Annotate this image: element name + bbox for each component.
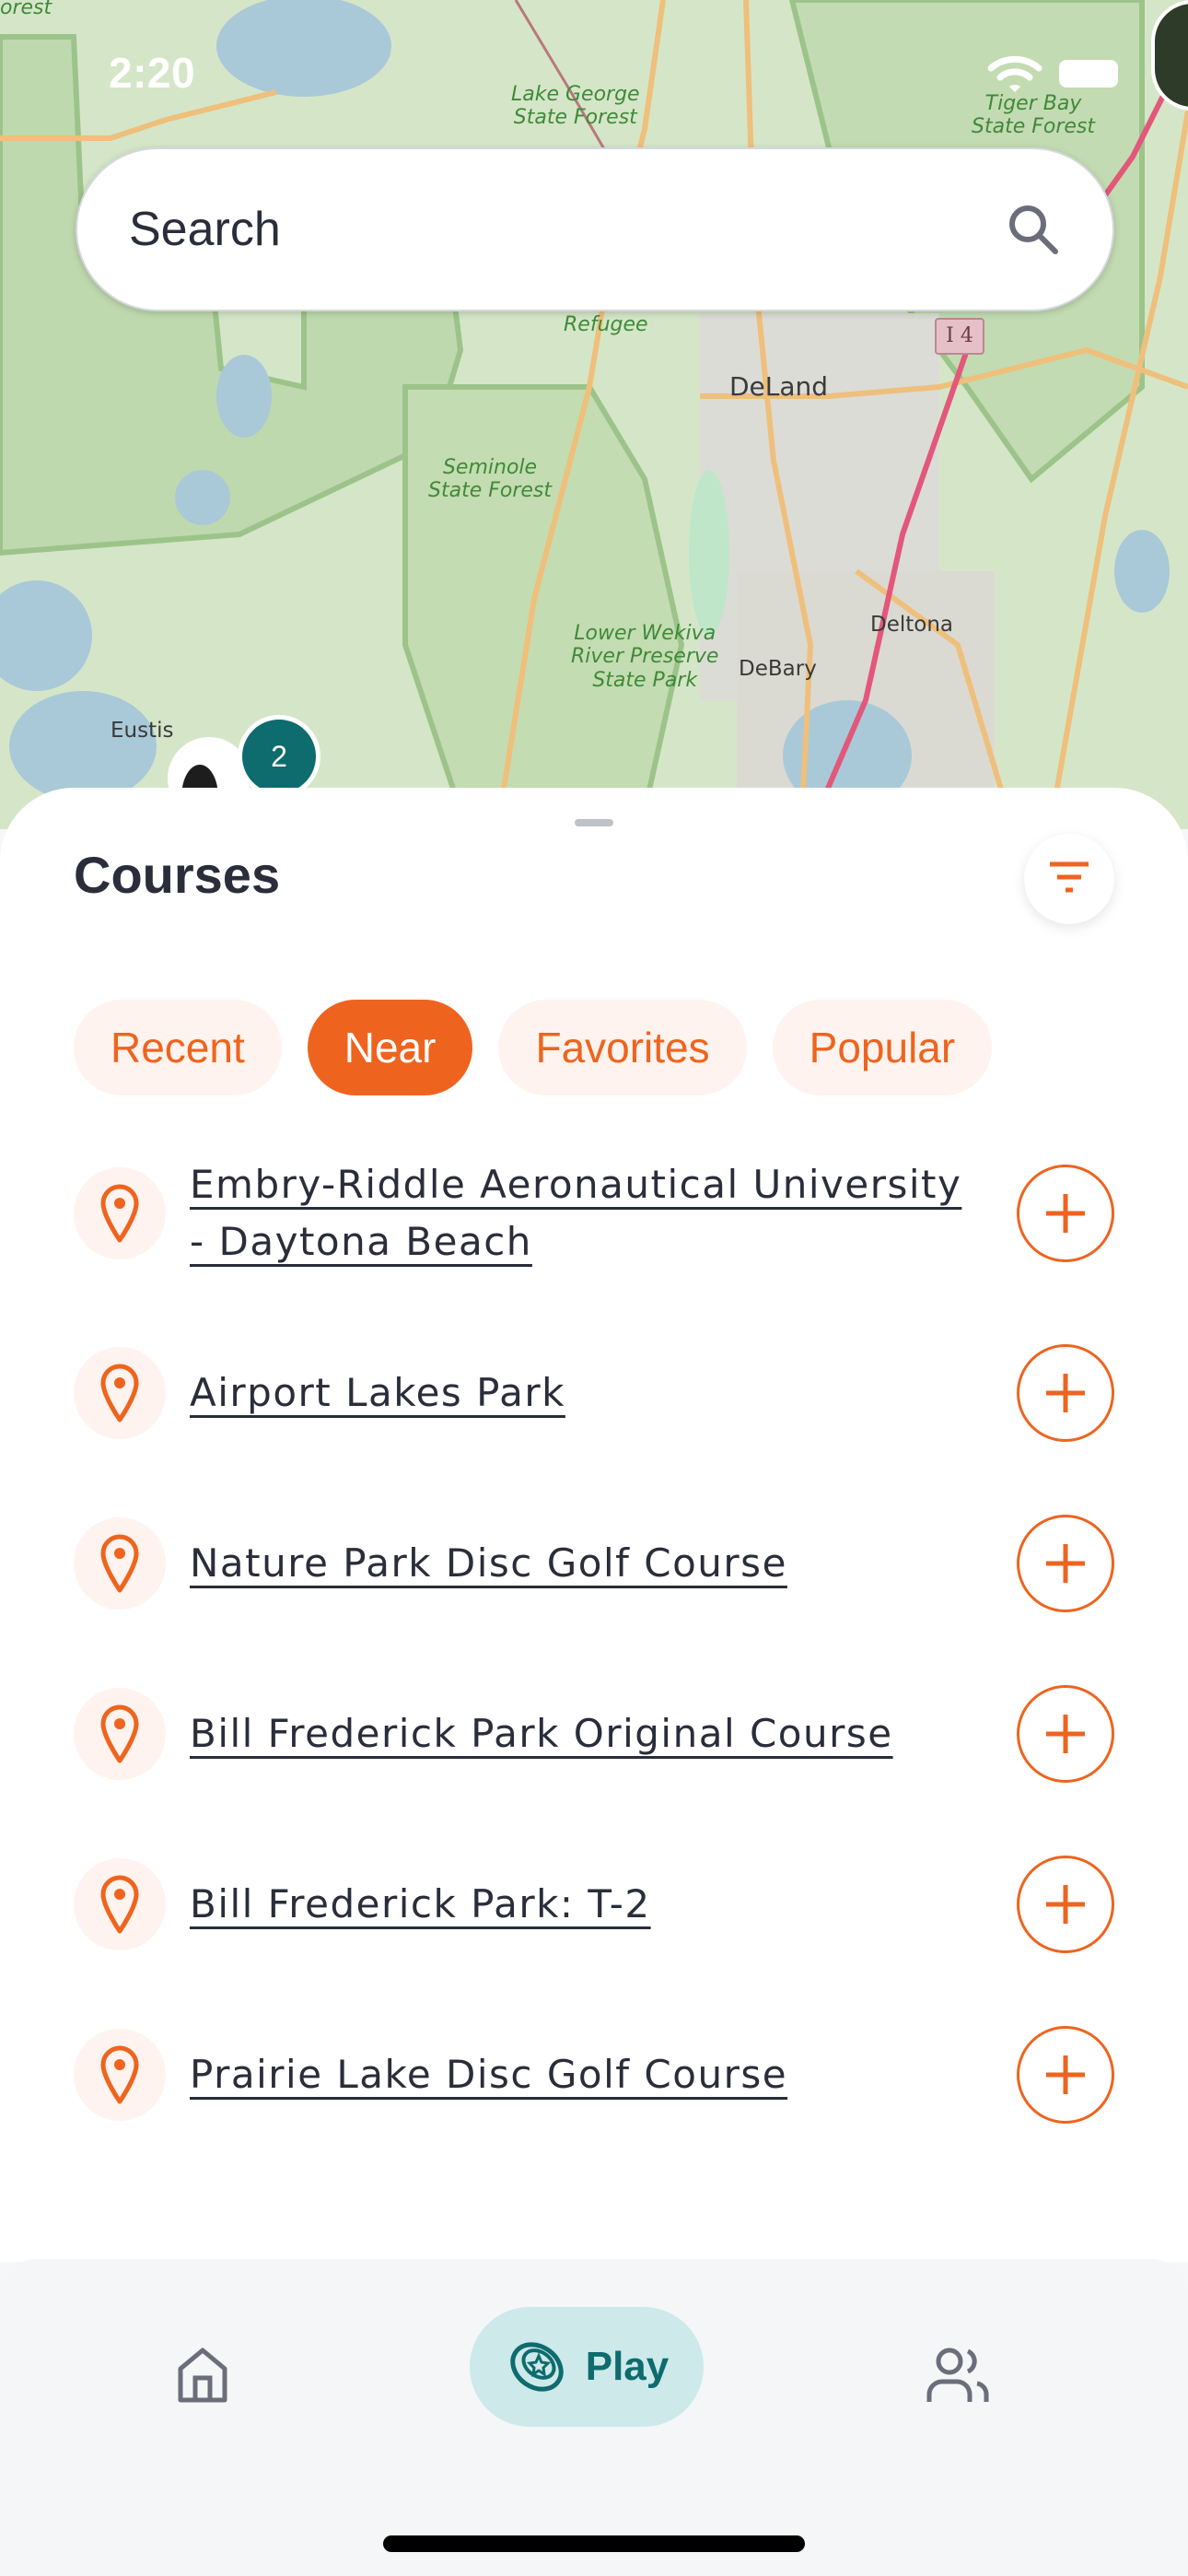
add-course-button[interactable] (1017, 1856, 1114, 1953)
highway-shield-i4: I 4 (935, 318, 984, 355)
course-row[interactable]: Embry-Riddle Aeronautical University - D… (74, 1156, 1114, 1270)
plus-icon (1046, 1715, 1085, 1753)
plus-icon (1046, 1544, 1085, 1583)
location-pin-icon (100, 1184, 139, 1243)
search-icon[interactable] (1006, 202, 1061, 257)
course-pin (74, 1517, 166, 1610)
course-pin (74, 2029, 166, 2121)
chip-near[interactable]: Near (307, 1000, 473, 1095)
battery-icon (1059, 60, 1118, 88)
course-pin (74, 1858, 166, 1950)
location-pin-icon (100, 1364, 139, 1423)
sheet-grabber[interactable] (575, 819, 613, 826)
map-label-lake-george: Lake George State Forest (511, 83, 640, 130)
filter-chips: Recent Near Favorites Popular (74, 1000, 993, 1095)
course-row[interactable]: Bill Frederick Park Original Course (74, 1677, 1114, 1791)
nav-home[interactable] (166, 2338, 239, 2412)
chip-popular[interactable]: Popular (772, 1000, 993, 1095)
course-name-link[interactable]: Nature Park Disc Golf Course (190, 1535, 963, 1592)
plus-icon (1046, 1374, 1085, 1412)
search-bar[interactable] (76, 147, 1114, 311)
course-row[interactable]: Bill Frederick Park: T-2 (74, 1847, 1114, 1961)
bottom-nav: Play (0, 2259, 1188, 2576)
map-label-refugee: Refugee (564, 313, 648, 336)
map-view[interactable]: orest Lake George State Forest Tiger Bay… (0, 0, 1188, 829)
chip-recent[interactable]: Recent (74, 1000, 282, 1095)
location-pin-icon (100, 2045, 139, 2104)
course-row[interactable]: Nature Park Disc Golf Course (74, 1506, 1114, 1621)
add-course-button[interactable] (1017, 1515, 1114, 1612)
plus-icon (1046, 1194, 1085, 1233)
plus-icon (1046, 2055, 1085, 2094)
nav-play[interactable]: Play (470, 2307, 704, 2427)
nav-play-label: Play (585, 2344, 670, 2389)
add-course-button[interactable] (1017, 1685, 1114, 1783)
location-pin-icon (100, 1534, 139, 1593)
location-pin-icon (100, 1704, 139, 1763)
course-name-link[interactable]: Embry-Riddle Aeronautical University - D… (190, 1156, 963, 1270)
add-course-button[interactable] (1017, 2026, 1114, 2124)
home-indicator (383, 2535, 805, 2552)
course-name-link[interactable]: Airport Lakes Park (190, 1364, 963, 1422)
status-time: 2:20 (109, 49, 196, 97)
course-name-link[interactable]: Bill Frederick Park Original Course (190, 1705, 963, 1762)
course-name-link[interactable]: Prairie Lake Disc Golf Course (190, 2046, 963, 2103)
course-pin (74, 1167, 166, 1259)
course-name-link[interactable]: Bill Frederick Park: T-2 (190, 1876, 963, 1933)
chip-favorites[interactable]: Favorites (498, 1000, 747, 1095)
location-pin-icon (100, 1875, 139, 1934)
map-label-seminole: Seminole State Forest (428, 456, 553, 503)
map-city-eustis: Eustis (111, 719, 174, 743)
course-row[interactable]: Prairie Lake Disc Golf Course (74, 2018, 1114, 2132)
map-label-forest: orest (0, 0, 52, 19)
map-city-debary: DeBary (739, 657, 817, 681)
cluster-marker[interactable]: 2 (238, 715, 320, 798)
sheet-title: Courses (74, 846, 281, 904)
map-label-lower-wekiva: Lower Wekiva River Preserve State Park (571, 622, 719, 692)
home-icon (178, 2348, 227, 2403)
map-city-deland: DeLand (729, 371, 829, 402)
friends-icon (926, 2348, 989, 2402)
course-pin (74, 1347, 166, 1439)
filter-icon (1050, 861, 1089, 893)
map-label-tiger-bay: Tiger Bay State Forest (972, 92, 1096, 139)
course-row[interactable]: Airport Lakes Park (74, 1336, 1114, 1450)
plus-icon (1046, 1885, 1085, 1924)
nav-friends[interactable] (921, 2338, 995, 2412)
wifi-icon (987, 55, 1042, 92)
courses-sheet: Courses Recent Near Favorites Popular Em… (0, 788, 1188, 2262)
map-city-deltona: Deltona (870, 613, 954, 637)
search-input[interactable] (129, 202, 1006, 257)
disc-icon (510, 2342, 564, 2392)
add-course-button[interactable] (1017, 1344, 1114, 1442)
filter-button[interactable] (1024, 834, 1114, 924)
course-pin (74, 1688, 166, 1780)
add-course-button[interactable] (1017, 1165, 1114, 1262)
